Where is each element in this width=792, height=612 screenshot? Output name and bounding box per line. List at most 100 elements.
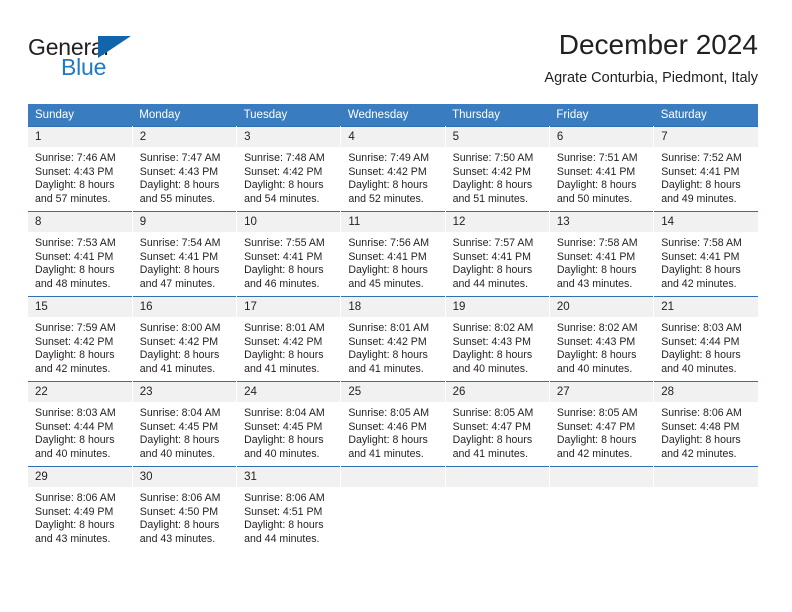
- calendar-day-cell[interactable]: 28 Sunrise: 8:06 AM Sunset: 4:48 PM Dayligh…: [653, 381, 758, 467]
- calendar-day-cell[interactable]: 5 Sunrise: 7:50 AM Sunset: 4:42 PM Daylight…: [444, 126, 550, 212]
- sunset-time: Sunset: 4:51 PM: [244, 505, 323, 518]
- day-number: 8: [28, 212, 132, 232]
- calendar-day-cell[interactable]: 16 Sunrise: 8:00 AM Sunset: 4:42 PM Dayligh…: [131, 296, 238, 382]
- calendar-day-cell[interactable]: 25 Sunrise: 8:05 AM Sunset: 4:46 PM Dayligh…: [340, 381, 446, 467]
- calendar-day-cell[interactable]: 21 Sunrise: 8:03 AM Sunset: 4:44 PM Dayligh…: [653, 296, 758, 382]
- sunset-time: Sunset: 4:41 PM: [348, 250, 427, 263]
- calendar-day-cell-empty: [340, 466, 446, 551]
- calendar-day-cell[interactable]: 23 Sunrise: 8:04 AM Sunset: 4:45 PM Dayligh…: [131, 381, 238, 467]
- day-sun-info: Sunrise: 7:52 AM Sunset: 4:41 PM Daylight:…: [654, 147, 758, 206]
- calendar-day-cell[interactable]: 6 Sunrise: 7:51 AM Sunset: 4:41 PM Daylight…: [548, 126, 655, 212]
- daylight-duration-line2: and 40 minutes.: [452, 362, 529, 375]
- calendar-day-cell[interactable]: 11 Sunrise: 7:56 AM Sunset: 4:41 PM Dayligh…: [340, 211, 446, 297]
- sunset-time: Sunset: 4:41 PM: [661, 250, 740, 263]
- calendar-page: General Blue December 2024 Agrate Contur…: [0, 0, 792, 612]
- sunset-time: Sunset: 4:42 PM: [452, 165, 531, 178]
- calendar-day-cell[interactable]: 13 Sunrise: 7:58 AM Sunset: 4:41 PM Dayligh…: [548, 211, 655, 297]
- day-number: [654, 467, 758, 487]
- daylight-duration-line1: Daylight: 8 hours: [452, 264, 533, 277]
- calendar-day-cell[interactable]: 14 Sunrise: 7:58 AM Sunset: 4:41 PM Dayligh…: [653, 211, 758, 297]
- sunset-time: Sunset: 4:48 PM: [661, 420, 740, 433]
- sunset-time: Sunset: 4:50 PM: [139, 505, 219, 518]
- daylight-duration-line2: and 45 minutes.: [348, 277, 424, 290]
- calendar-day-cell[interactable]: 24 Sunrise: 8:04 AM Sunset: 4:45 PM Dayligh…: [236, 381, 342, 467]
- day-sun-info: Sunrise: 7:53 AM Sunset: 4:41 PM Daylight:…: [28, 232, 132, 291]
- day-sun-info: Sunrise: 7:46 AM Sunset: 4:43 PM Daylight:…: [28, 147, 132, 206]
- calendar-day-cell[interactable]: 2 Sunrise: 7:47 AM Sunset: 4:43 PM Daylight…: [131, 126, 238, 212]
- calendar-day-cell[interactable]: 27 Sunrise: 8:05 AM Sunset: 4:47 PM Dayligh…: [548, 381, 655, 467]
- calendar-day-cell[interactable]: 9 Sunrise: 7:54 AM Sunset: 4:41 PM Daylight…: [131, 211, 238, 297]
- sunrise-time: Sunrise: 7:48 AM: [244, 152, 325, 164]
- calendar-day-cell[interactable]: 12 Sunrise: 7:57 AM Sunset: 4:41 PM Dayligh…: [444, 211, 550, 297]
- day-sun-info: Sunrise: 8:06 AM Sunset: 4:49 PM Daylight:…: [28, 487, 132, 546]
- calendar-day-cell[interactable]: 30 Sunrise: 8:06 AM Sunset: 4:50 PM Dayligh…: [131, 466, 238, 551]
- daylight-duration-line1: Daylight: 8 hours: [139, 434, 220, 447]
- day-number: 15: [28, 297, 132, 317]
- calendar-day-cell[interactable]: 15 Sunrise: 7:59 AM Sunset: 4:42 PM Dayligh…: [28, 296, 133, 382]
- calendar-day-cell[interactable]: 10 Sunrise: 7:55 AM Sunset: 4:41 PM Dayligh…: [236, 211, 342, 297]
- daylight-duration-line1: Daylight: 8 hours: [139, 264, 220, 277]
- calendar-day-cell[interactable]: 20 Sunrise: 8:02 AM Sunset: 4:43 PM Dayligh…: [548, 296, 655, 382]
- sunrise-time: Sunrise: 8:05 AM: [452, 407, 534, 419]
- daylight-duration-line2: and 50 minutes.: [556, 192, 633, 205]
- calendar-day-cell[interactable]: 31 Sunrise: 8:06 AM Sunset: 4:51 PM Dayligh…: [236, 466, 342, 551]
- calendar-day-cell[interactable]: 22 Sunrise: 8:03 AM Sunset: 4:44 PM Dayligh…: [28, 381, 133, 467]
- day-sun-info: Sunrise: 8:05 AM Sunset: 4:47 PM Daylight:…: [550, 402, 653, 461]
- daylight-duration-line1: Daylight: 8 hours: [35, 264, 115, 277]
- day-number: 31: [237, 467, 341, 487]
- calendar-day-cell[interactable]: 4 Sunrise: 7:49 AM Sunset: 4:42 PM Daylight…: [340, 126, 446, 212]
- sunrise-time: Sunrise: 7:49 AM: [348, 152, 430, 164]
- title-block: December 2024 Agrate Conturbia, Piedmont…: [544, 28, 758, 88]
- sunset-time: Sunset: 4:41 PM: [556, 250, 636, 263]
- calendar-day-cell[interactable]: 18 Sunrise: 8:01 AM Sunset: 4:42 PM Dayligh…: [340, 296, 446, 382]
- day-number: 23: [132, 382, 237, 402]
- daylight-duration-line1: Daylight: 8 hours: [244, 434, 324, 447]
- daylight-duration-line2: and 43 minutes.: [139, 532, 216, 545]
- sunset-time: Sunset: 4:41 PM: [139, 250, 219, 263]
- general-blue-logo[interactable]: General Blue: [28, 34, 208, 86]
- day-sun-info: Sunrise: 8:06 AM Sunset: 4:48 PM Daylight:…: [654, 402, 758, 461]
- daylight-duration-line2: and 40 minutes.: [661, 362, 737, 375]
- weekday-header-tuesday: Tuesday: [236, 104, 341, 127]
- daylight-duration-line1: Daylight: 8 hours: [556, 434, 637, 447]
- calendar-day-cell[interactable]: 8 Sunrise: 7:53 AM Sunset: 4:41 PM Daylight…: [28, 211, 133, 297]
- calendar-day-cell[interactable]: 29 Sunrise: 8:06 AM Sunset: 4:49 PM Dayligh…: [28, 466, 133, 551]
- sunrise-time: Sunrise: 7:55 AM: [244, 237, 325, 249]
- weekday-header-friday: Friday: [549, 104, 654, 127]
- calendar-day-cell-empty: [548, 466, 655, 551]
- daylight-duration-line1: Daylight: 8 hours: [661, 179, 741, 192]
- calendar-day-cell[interactable]: 17 Sunrise: 8:01 AM Sunset: 4:42 PM Dayligh…: [236, 296, 342, 382]
- sunset-time: Sunset: 4:44 PM: [661, 335, 740, 348]
- sunrise-time: Sunrise: 8:04 AM: [139, 407, 221, 419]
- daylight-duration-line1: Daylight: 8 hours: [452, 349, 533, 362]
- calendar-day-cell-empty: [444, 466, 550, 551]
- daylight-duration-line2: and 54 minutes.: [244, 192, 320, 205]
- day-number: 14: [654, 212, 758, 232]
- calendar-week-row: 15 Sunrise: 7:59 AM Sunset: 4:42 PM Dayligh…: [28, 296, 758, 382]
- calendar-day-cell[interactable]: 19 Sunrise: 8:02 AM Sunset: 4:43 PM Dayligh…: [444, 296, 550, 382]
- sunrise-time: Sunrise: 7:58 AM: [556, 237, 638, 249]
- daylight-duration-line1: Daylight: 8 hours: [139, 179, 220, 192]
- sunrise-time: Sunrise: 8:03 AM: [35, 407, 116, 419]
- weekday-header-thursday: Thursday: [445, 104, 550, 127]
- daylight-duration-line1: Daylight: 8 hours: [139, 349, 220, 362]
- calendar-day-cell[interactable]: 7 Sunrise: 7:52 AM Sunset: 4:41 PM Daylight…: [653, 126, 758, 212]
- daylight-duration-line2: and 41 minutes.: [139, 362, 216, 375]
- calendar-day-cell-empty: [653, 466, 758, 551]
- daylight-duration-line1: Daylight: 8 hours: [139, 519, 220, 532]
- day-number: 11: [341, 212, 445, 232]
- sunset-time: Sunset: 4:46 PM: [348, 420, 427, 433]
- daylight-duration-line1: Daylight: 8 hours: [661, 434, 741, 447]
- day-sun-info: Sunrise: 8:04 AM Sunset: 4:45 PM Daylight:…: [133, 402, 236, 461]
- sunset-time: Sunset: 4:42 PM: [139, 335, 219, 348]
- day-number: 5: [445, 127, 549, 147]
- daylight-duration-line2: and 41 minutes.: [452, 447, 529, 460]
- calendar-day-cell[interactable]: 3 Sunrise: 7:48 AM Sunset: 4:42 PM Daylight…: [236, 126, 342, 212]
- calendar-day-cell[interactable]: 1 Sunrise: 7:46 AM Sunset: 4:43 PM Daylight…: [28, 126, 133, 212]
- sunset-time: Sunset: 4:47 PM: [452, 420, 531, 433]
- sunrise-time: Sunrise: 7:56 AM: [348, 237, 430, 249]
- sunset-time: Sunset: 4:41 PM: [452, 250, 531, 263]
- sunrise-time: Sunrise: 8:06 AM: [139, 492, 221, 504]
- sunrise-time: Sunrise: 8:06 AM: [35, 492, 116, 504]
- calendar-day-cell[interactable]: 26 Sunrise: 8:05 AM Sunset: 4:47 PM Dayligh…: [444, 381, 550, 467]
